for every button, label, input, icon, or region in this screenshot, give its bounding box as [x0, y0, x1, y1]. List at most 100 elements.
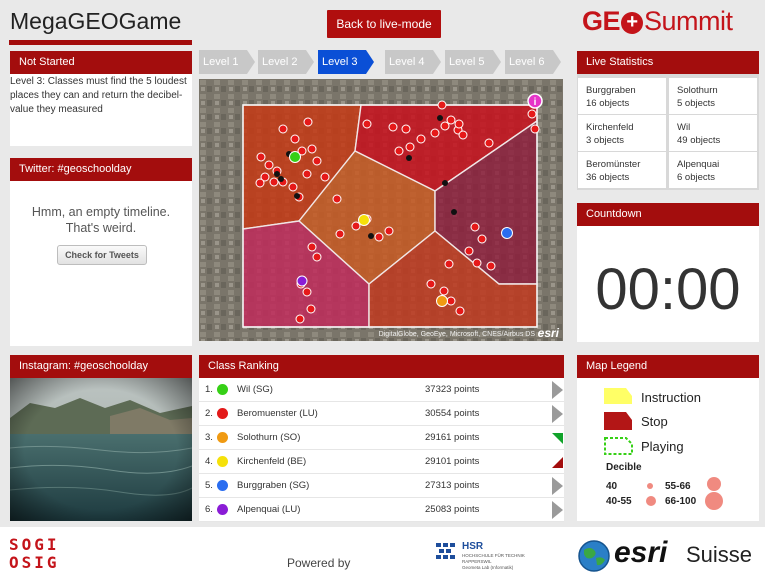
legend-dot-40 — [647, 483, 653, 489]
back-to-live-mode-button[interactable]: Back to live-mode — [327, 10, 441, 38]
stat-cell-count: 5 objects — [677, 98, 716, 109]
powered-by-label: Powered by — [287, 556, 351, 570]
twitter-heading: Twitter: #geoschoolday — [10, 158, 192, 181]
ranking-class-name: Solothurn (SO) — [237, 432, 301, 443]
stat-cell-burggraben: Burggraben 16 objects — [578, 78, 666, 114]
game-map[interactable]: i DigitalGlobe, GeoEye, Microsoft, CNES/… — [199, 79, 563, 341]
legend-range-66-100: 66-100 — [665, 496, 697, 507]
live-statistics-heading: Live Statistics — [577, 51, 759, 74]
stat-cell-kirchenfeld: Kirchenfeld 3 objects — [578, 115, 666, 151]
trend-down-icon — [552, 457, 563, 468]
class-ranking-heading: Class Ranking — [199, 355, 564, 378]
trend-up-icon — [552, 433, 563, 444]
countdown-timer: 00:00 — [595, 257, 741, 322]
stat-cell-wil: Wil 49 objects — [669, 115, 757, 151]
lake-photo-image — [10, 378, 192, 521]
trend-neutral-icon — [552, 501, 563, 519]
countdown-heading: Countdown — [577, 203, 759, 226]
team-color-dot — [217, 480, 228, 491]
legend-swatches — [604, 388, 633, 455]
team-marker-burggraben — [501, 227, 513, 239]
team-marker-wil — [289, 151, 301, 163]
map-legend-heading: Map Legend — [577, 355, 759, 378]
ranking-class-name: Alpenquai (LU) — [237, 504, 301, 515]
suisse-wordmark: Suisse — [686, 542, 753, 567]
twitter-empty-message: Hmm, an empty timeline. That's weird. — [10, 204, 192, 236]
legend-range-40-55: 40-55 — [606, 496, 632, 507]
instagram-photo[interactable] — [10, 378, 192, 521]
stat-cell-count: 49 objects — [677, 135, 721, 146]
level-tab-6[interactable]: Level 6 — [505, 50, 561, 74]
team-color-dot — [217, 456, 228, 467]
team-marker-kirchenfeld — [358, 214, 370, 226]
ranking-row[interactable]: 2. Beromuenster (LU) 30554 points — [199, 402, 564, 426]
level-tab-2[interactable]: Level 2 — [258, 50, 314, 74]
team-color-dot — [217, 504, 228, 515]
logo-text-left: GE — [582, 6, 621, 36]
ranking-points: 37323 points — [425, 384, 480, 395]
svg-text:i: i — [534, 97, 537, 108]
stat-cell-name: Solothurn — [677, 85, 718, 96]
stat-cell-alpenquai: Alpenquai 6 objects — [669, 152, 757, 188]
ranking-position: 4. — [205, 456, 213, 467]
stat-cell-name: Alpenquai — [677, 159, 720, 170]
legend-decible-label: Decible — [606, 462, 642, 473]
status-heading: Not Started — [10, 51, 192, 74]
ranking-row[interactable]: 3. Solothurn (SO) 29161 points — [199, 426, 564, 450]
logo-text-right: Summit — [644, 6, 733, 36]
hsr-sub3: Geometa Lab (Informatik) — [462, 565, 514, 570]
team-color-dot — [217, 432, 228, 443]
hsr-logo-icon — [436, 543, 455, 559]
check-for-tweets-button[interactable]: Check for Tweets — [57, 245, 147, 265]
ranking-points: 27313 points — [425, 480, 480, 491]
legend-dot-55-66 — [707, 477, 721, 491]
stat-cell-name: Kirchenfeld — [586, 122, 634, 133]
hsr-sub1: HOCHSCHULE FÜR TECHNIK — [462, 553, 525, 558]
team-marker-solothurn — [436, 295, 448, 307]
stat-cell-name: Wil — [677, 122, 691, 133]
ranking-points: 30554 points — [425, 408, 480, 419]
team-marker-alpenquai — [296, 275, 308, 287]
team-color-dot — [217, 384, 228, 395]
ranking-row[interactable]: 1. Wil (SG) 37323 points — [199, 378, 564, 402]
legend-dot-40-55 — [646, 496, 656, 506]
ranking-row[interactable]: 4. Kirchenfeld (BE) 29101 points — [199, 450, 564, 474]
level-description: Level 3: Classes must find the 5 loudest… — [10, 76, 187, 115]
ranking-position: 3. — [205, 432, 213, 443]
stat-cell-name: Burggraben — [586, 85, 636, 96]
legend-stop-label: Stop — [641, 414, 668, 429]
globe-icon — [578, 540, 610, 572]
level-tab-5[interactable]: Level 5 — [445, 50, 501, 74]
instagram-heading: Instagram: #geoschoolday — [10, 355, 192, 378]
stat-cell-count: 36 objects — [586, 172, 630, 183]
twitter-empty-line2: That's weird. — [65, 221, 137, 235]
stat-cell-name: Beromünster — [586, 159, 641, 170]
legend-dot-66-100 — [705, 492, 723, 510]
level-tab-4[interactable]: Level 4 — [385, 50, 441, 74]
legend-range-55-66: 55-66 — [665, 481, 691, 492]
stat-cell-count: 3 objects — [586, 135, 625, 146]
app-title: MegaGEOGame — [10, 8, 182, 34]
stat-cell-count: 6 objects — [677, 172, 716, 183]
trend-neutral-icon — [552, 477, 563, 495]
hsr-title: HSR — [462, 541, 484, 552]
map-canvas: i — [199, 79, 563, 341]
sogi-logo-line2: OSIG — [9, 553, 60, 572]
hsr-logo: HSR HOCHSCHULE FÜR TECHNIK RAPPERSWIL Ge… — [436, 541, 546, 579]
legend-stop-swatch — [604, 412, 632, 430]
trend-neutral-icon — [552, 381, 563, 399]
level-tab-1[interactable]: Level 1 — [199, 50, 255, 74]
ranking-points: 25083 points — [425, 504, 480, 515]
sogi-logo: SOGI OSIG — [9, 536, 63, 576]
team-color-dot — [217, 408, 228, 419]
stat-cell-solothurn: Solothurn 5 objects — [669, 78, 757, 114]
stat-cell-beromünster: Beromünster 36 objects — [578, 152, 666, 188]
stat-cell-count: 16 objects — [586, 98, 630, 109]
twitter-empty-line1: Hmm, an empty timeline. — [31, 205, 171, 219]
ranking-position: 6. — [205, 504, 213, 515]
sogi-logo-line1: SOGI — [9, 535, 60, 554]
ranking-row[interactable]: 5. Burggraben (SG) 27313 points — [199, 474, 564, 498]
level-tab-3[interactable]: Level 3 — [318, 50, 374, 74]
ranking-points: 29101 points — [425, 456, 480, 467]
ranking-row[interactable]: 6. Alpenquai (LU) 25083 points — [199, 498, 564, 522]
